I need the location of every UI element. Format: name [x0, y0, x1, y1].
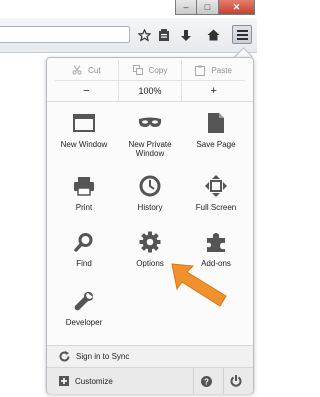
menu-item-label: New Window: [60, 140, 108, 149]
help-icon: ?: [200, 375, 212, 387]
reading-list-icon[interactable]: [156, 27, 172, 43]
cut-button[interactable]: Cut: [55, 60, 118, 80]
paste-button[interactable]: Paste: [181, 60, 245, 80]
copy-button[interactable]: Copy: [117, 60, 182, 80]
menu-item-new-private-window[interactable]: New Private Window: [117, 111, 183, 158]
zoom-controls: − 100% +: [55, 80, 245, 101]
window-controls: ‒ □ ✕: [175, 0, 255, 18]
copy-icon: [132, 65, 143, 75]
scissors-icon: [72, 65, 82, 75]
menu-item-label: Developer: [65, 318, 103, 327]
quit-button[interactable]: [223, 368, 248, 394]
gear-icon: [138, 230, 162, 254]
customize-plus-icon: [59, 376, 69, 386]
puzzle-icon: [204, 230, 228, 254]
menu-item-full-screen[interactable]: Full Screen: [183, 174, 249, 212]
menu-item-history[interactable]: History: [117, 174, 183, 212]
minimize-button[interactable]: ‒: [175, 0, 197, 15]
help-button[interactable]: ?: [193, 368, 218, 394]
magnifier-icon: [72, 230, 96, 254]
zoom-reset-button[interactable]: 100%: [117, 81, 182, 101]
wrench-icon: [72, 289, 96, 313]
menu-item-label: Find: [76, 259, 92, 268]
menu-item-label: New Private Window: [128, 140, 172, 158]
nav-toolbar: [0, 18, 257, 53]
close-glyph: ✕: [232, 1, 241, 12]
menu-item-label: History: [137, 203, 163, 212]
menu-item-print[interactable]: Print: [51, 174, 117, 212]
bookmark-star-icon[interactable]: [136, 27, 152, 43]
menu-item-find[interactable]: Find: [51, 230, 117, 268]
paste-label: Paste: [211, 65, 232, 75]
zoom-out-button[interactable]: −: [55, 81, 118, 101]
maximize-glyph: □: [204, 2, 211, 12]
zoom-in-button[interactable]: +: [181, 81, 245, 101]
menu-item-label: Full Screen: [195, 203, 237, 212]
clipboard-icon: [195, 65, 206, 76]
url-bar[interactable]: [0, 26, 130, 43]
fullscreen-icon: [204, 174, 228, 198]
minimize-glyph: ‒: [183, 2, 189, 12]
menu-panel: Cut Copy Paste − 100% + New Window New P…: [46, 57, 254, 394]
menu-item-developer[interactable]: Developer: [51, 289, 117, 327]
zoom-in-glyph: +: [210, 85, 217, 97]
separator: [47, 101, 253, 102]
download-icon[interactable]: [178, 27, 194, 43]
annotation-arrow-icon: [171, 263, 227, 307]
maximize-button[interactable]: □: [197, 0, 219, 15]
sync-row[interactable]: Sign in to Sync: [47, 345, 253, 367]
customize-label: Customize: [75, 376, 113, 386]
power-icon: [230, 375, 242, 387]
menu-item-label: Save Page: [196, 140, 236, 149]
new-window-icon: [72, 111, 96, 135]
zoom-level: 100%: [138, 86, 162, 96]
cut-label: Cut: [88, 65, 101, 75]
menu-item-new-window[interactable]: New Window: [51, 111, 117, 149]
menu-item-label: Options: [136, 259, 164, 268]
private-mask-icon: [138, 111, 162, 135]
footer-bar: Customize ?: [47, 367, 253, 394]
copy-label: Copy: [148, 65, 168, 75]
sync-icon: [59, 351, 70, 362]
menu-item-save-page[interactable]: Save Page: [183, 111, 249, 149]
sync-label: Sign in to Sync: [76, 352, 130, 361]
hamburger-menu-icon[interactable]: [232, 25, 252, 44]
zoom-out-glyph: −: [83, 85, 90, 97]
svg-text:?: ?: [204, 377, 209, 386]
printer-icon: [72, 174, 96, 198]
menu-item-label: Print: [75, 203, 93, 212]
save-page-icon: [204, 111, 228, 135]
edit-controls: Cut Copy Paste: [55, 60, 245, 80]
customize-button[interactable]: Customize: [59, 376, 113, 386]
close-window-button[interactable]: ✕: [219, 0, 255, 15]
home-icon[interactable]: [205, 27, 221, 43]
clock-icon: [138, 174, 162, 198]
